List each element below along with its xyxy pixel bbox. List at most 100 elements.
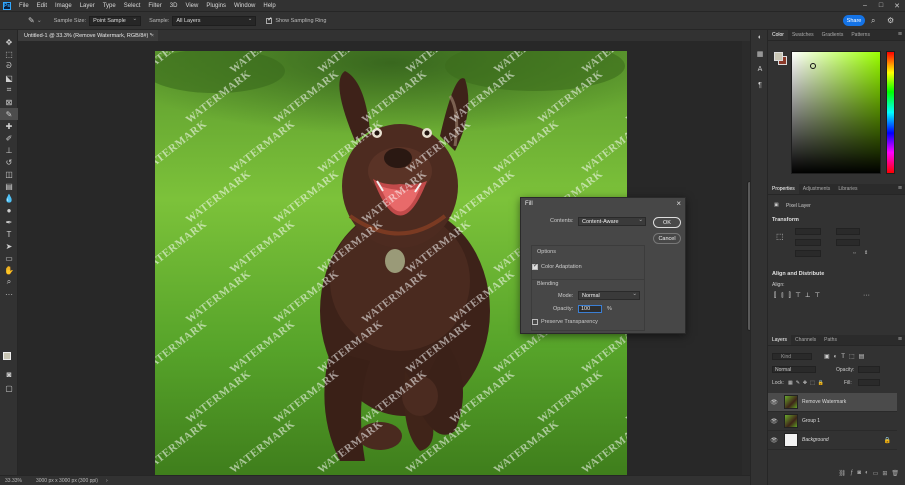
new-group-icon[interactable]: ▭ [873,470,879,480]
character-panel-icon[interactable]: A [751,66,769,78]
layer-row[interactable]: 👁 Remove Watermark [768,393,897,412]
share-button[interactable]: Share [843,15,865,26]
layer-name[interactable]: Remove Watermark [802,399,846,405]
gradient-tool-icon[interactable]: ▤ [0,180,18,192]
mode-select[interactable]: Normal [578,291,640,300]
screen-mode-icon[interactable]: ▢ [0,382,18,394]
angle-field[interactable] [795,250,821,257]
frame-tool-icon[interactable]: ⊠ [0,96,18,108]
preserve-transparency-checkbox[interactable] [532,319,538,325]
menu-select[interactable]: Select [120,3,145,9]
menu-plugins[interactable]: Plugins [202,3,230,9]
layer-name[interactable]: Background [802,437,829,443]
blur-tool-icon[interactable]: 💧 [0,192,18,204]
quick-mask-icon[interactable]: ◙ [0,368,18,380]
tab-patterns[interactable]: Patterns [847,30,874,40]
foreground-color-chip[interactable] [774,52,783,61]
layer-name[interactable]: Group 1 [802,418,820,424]
more-options-icon[interactable]: ··· [863,292,870,299]
color-adaptation-checkbox[interactable] [532,262,538,270]
menu-file[interactable]: File [15,3,33,9]
layer-filter-icons[interactable]: ▣◐T⬚▤ [824,353,868,360]
flip-vertical-icon[interactable]: ⇕ [864,250,868,256]
eraser-tool-icon[interactable]: ◫ [0,168,18,180]
color-picker-ring[interactable] [810,63,816,69]
spot-healing-tool-icon[interactable]: ✚ [0,120,18,132]
zoom-tool-icon[interactable]: ⌕ [0,276,18,288]
height-field[interactable] [836,228,860,235]
path-select-tool-icon[interactable]: ➤ [0,240,18,252]
color-picker-field[interactable] [791,51,881,174]
eye-icon[interactable]: 👁 [768,418,780,425]
object-select-tool-icon[interactable]: ⬕ [0,72,18,84]
panel-menu-icon[interactable]: ≡ [898,31,902,38]
adjustment-layer-icon[interactable]: ◐ [865,470,869,480]
opacity-input[interactable]: 100 [578,305,602,313]
panel-menu-icon[interactable]: ≡ [898,336,902,343]
layer-row[interactable]: 👁 Group 1 [768,412,897,431]
tab-layers[interactable]: Layers [768,335,792,345]
fx-icon[interactable]: ƒ [850,470,853,480]
x-field[interactable] [795,239,821,246]
menu-filter[interactable]: Filter [144,3,165,9]
align-buttons[interactable]: ⫿⫾⫿⊤⊥⊤ [774,292,825,300]
tab-color[interactable]: Color [768,30,788,40]
menu-type[interactable]: Type [99,3,120,9]
contents-select[interactable]: Content-Aware [578,217,646,226]
cancel-button[interactable]: Cancel [653,233,681,244]
shape-tool-icon[interactable]: ▭ [0,252,18,264]
crop-tool-icon[interactable]: ⌗ [0,84,18,96]
maximize-icon[interactable]: □ [873,0,889,11]
menu-window[interactable]: Window [230,3,259,9]
eye-icon[interactable]: 👁 [768,437,780,444]
eyedropper-icon[interactable]: ✎ [28,16,35,25]
ok-button[interactable]: OK [653,217,681,228]
minimize-icon[interactable]: – [857,0,873,11]
foreground-color-swatch[interactable] [3,352,11,360]
menu-image[interactable]: Image [51,3,76,9]
tab-properties[interactable]: Properties [768,184,799,194]
paragraph-panel-icon[interactable]: ¶ [751,82,769,94]
layer-kind-filter[interactable]: Kind [772,353,812,360]
close-icon[interactable]: × [676,199,681,208]
lock-icon[interactable]: 🔒 [884,437,891,444]
add-mask-icon[interactable]: ◙ [857,470,861,480]
sampling-ring-checkbox[interactable] [266,16,272,24]
dodge-tool-icon[interactable]: ● [0,204,18,216]
gear-icon[interactable]: ⚙ [887,16,894,25]
close-icon[interactable]: ✕ [889,0,905,11]
trash-icon[interactable]: 🗑 [891,470,899,480]
tab-libraries[interactable]: Libraries [834,184,861,194]
link-layers-icon[interactable]: ⛓ [838,470,846,480]
brush-tool-icon[interactable]: ✐ [0,132,18,144]
sample-size-select[interactable]: Point Sample [89,15,142,26]
close-tab-icon[interactable]: × [151,33,154,39]
tab-adjustments[interactable]: Adjustments [799,184,835,194]
layer-opacity-field[interactable] [858,366,880,373]
menu-view[interactable]: View [181,3,202,9]
document-tab[interactable]: Untitled-1 @ 33.3% (Remove Watermark, RG… [18,30,158,41]
pen-tool-icon[interactable]: ✒ [0,216,18,228]
layer-row[interactable]: 👁 Background 🔒 [768,431,897,450]
lock-icons[interactable]: ▦✎✥⬚🔒 [788,380,827,386]
sample-select[interactable]: All Layers [172,15,257,26]
y-field[interactable] [836,239,860,246]
hue-slider[interactable] [886,51,895,174]
eyedropper-tool-icon[interactable]: ✎ [0,108,18,120]
flip-horizontal-icon[interactable]: ⇔ [852,250,857,256]
hand-tool-icon[interactable]: ✋ [0,264,18,276]
lasso-tool-icon[interactable]: ᘐ [0,60,18,72]
tab-gradients[interactable]: Gradients [818,30,848,40]
menu-layer[interactable]: Layer [76,3,99,9]
tab-channels[interactable]: Channels [791,335,820,345]
color-panel-icon[interactable]: ◐ [751,34,769,46]
blend-mode-select[interactable]: Normal [772,366,816,373]
tab-paths[interactable]: Paths [820,335,841,345]
panel-menu-icon[interactable]: ≡ [898,185,902,192]
type-tool-icon[interactable]: T [0,228,18,240]
menu-3d[interactable]: 3D [166,3,182,9]
clone-stamp-tool-icon[interactable]: ⊥ [0,144,18,156]
search-icon[interactable]: ⌕ [871,16,875,26]
eye-icon[interactable]: 👁 [768,399,780,406]
marquee-tool-icon[interactable]: ⬚ [0,48,18,60]
